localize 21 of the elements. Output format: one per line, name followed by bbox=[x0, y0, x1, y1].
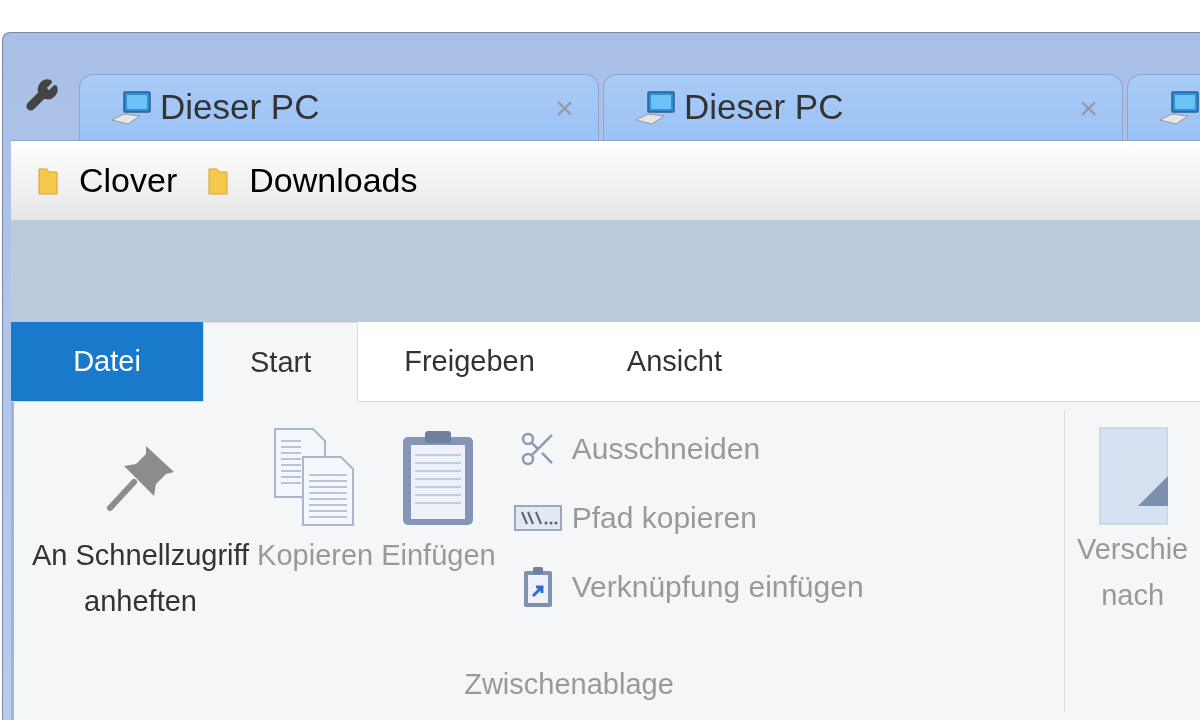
favorite-link[interactable]: Clover bbox=[37, 155, 178, 206]
move-icon bbox=[1097, 426, 1168, 526]
ribbon-tab[interactable]: Freigeben bbox=[358, 322, 581, 401]
folder-icon bbox=[207, 165, 230, 196]
tab-title: Dieser PC bbox=[160, 86, 321, 129]
favorite-link[interactable]: Downloads bbox=[207, 155, 418, 206]
file-tab[interactable]: Datei bbox=[11, 322, 203, 401]
ribbon-tab[interactable]: Start bbox=[203, 322, 359, 402]
browser-tab[interactable]: Dieser PC × bbox=[603, 74, 1123, 140]
ribbon-button[interactable]: An Schnellzugriff anheften bbox=[28, 422, 254, 624]
clipboard-shortcut-icon bbox=[522, 565, 553, 608]
ribbon-tab[interactable]: Ansicht bbox=[580, 322, 768, 401]
tab-title: Dieser PC bbox=[684, 86, 845, 129]
computer-icon bbox=[110, 89, 154, 126]
computer-icon bbox=[1158, 89, 1200, 126]
path-icon bbox=[513, 504, 562, 531]
computer-icon bbox=[634, 89, 678, 126]
browser-tab[interactable]: Dieser PC × bbox=[79, 74, 599, 140]
folder-icon bbox=[37, 165, 59, 196]
settings-icon[interactable] bbox=[25, 78, 59, 112]
group-label: Zwischenablage bbox=[464, 666, 674, 702]
